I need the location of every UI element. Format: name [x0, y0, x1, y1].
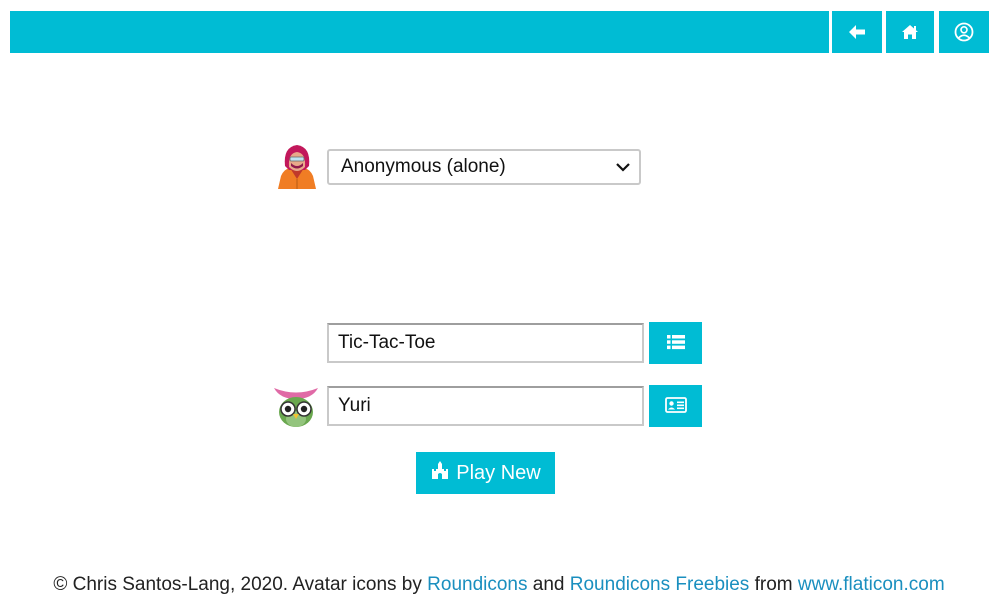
roundicons-freebies-link[interactable]: Roundicons Freebies [570, 574, 750, 595]
game-input[interactable] [327, 323, 644, 363]
hooded-person-avatar-icon [276, 143, 318, 189]
flaticon-link[interactable]: www.flaticon.com [798, 574, 945, 595]
home-icon [901, 24, 919, 40]
name-input[interactable] [327, 386, 644, 426]
roundicons-link[interactable]: Roundicons [427, 574, 527, 595]
footer-and: and [527, 574, 570, 595]
footer: © Chris Santos-Lang, 2020. Avatar icons … [0, 574, 998, 596]
player-card-button[interactable] [649, 385, 702, 427]
footer-from: from [749, 574, 798, 595]
home-button[interactable] [886, 11, 934, 53]
page: Anonymous (alone) Tic-Tac-Toe Yuri Play … [0, 0, 998, 613]
user-circle-icon [954, 22, 974, 42]
account-button[interactable] [939, 11, 989, 53]
footer-text: © Chris Santos-Lang, 2020. Avatar icons … [53, 574, 428, 595]
chevron-down-icon [615, 159, 631, 175]
player-select[interactable]: Anonymous (alone) [327, 149, 641, 185]
id-card-icon [664, 396, 687, 416]
owl-avatar-icon [272, 385, 320, 429]
castle-icon [430, 461, 450, 485]
back-button[interactable] [832, 11, 882, 53]
play-new-button[interactable]: Play New [416, 452, 555, 494]
top-bar [10, 11, 829, 53]
list-icon [666, 334, 686, 353]
player-select-value: Anonymous (alone) [341, 156, 506, 177]
arrow-left-icon [848, 24, 866, 40]
play-new-label: Play New [456, 461, 541, 484]
game-list-button[interactable] [649, 322, 702, 364]
